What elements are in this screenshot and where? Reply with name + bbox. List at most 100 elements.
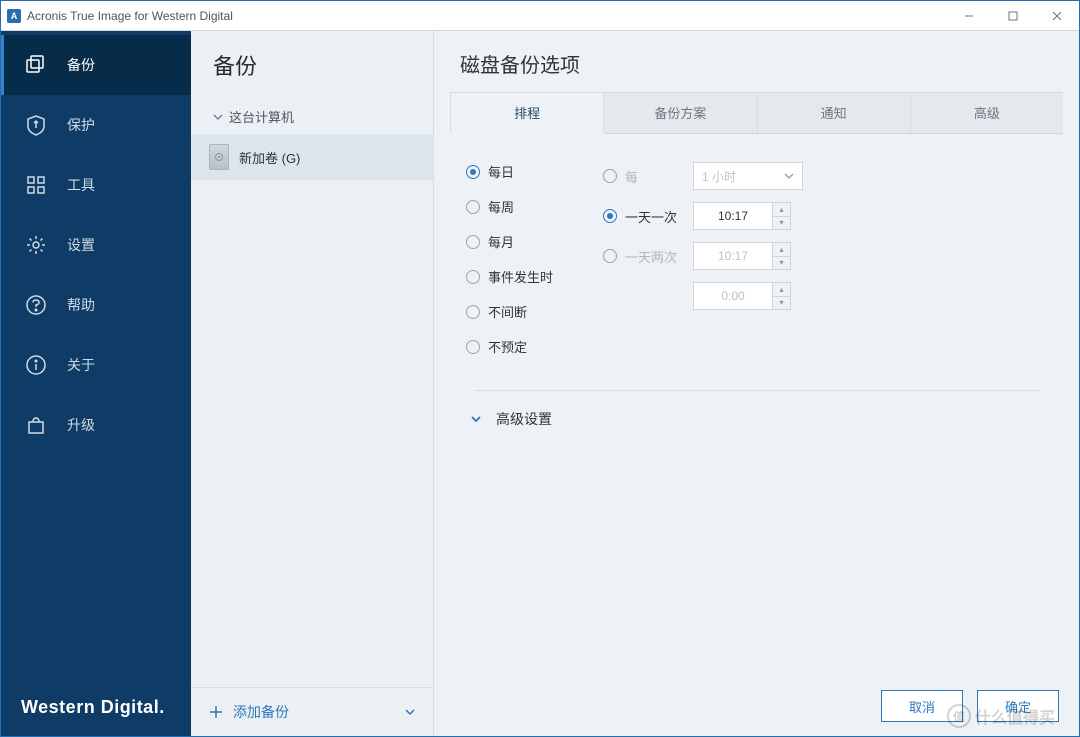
once-time-spinner[interactable]: ▴▾ (773, 202, 791, 230)
chevron-up-icon[interactable]: ▴ (773, 243, 790, 257)
sidebar-item-upgrade[interactable]: 升级 (1, 395, 191, 455)
tab-notifications[interactable]: 通知 (758, 92, 911, 133)
sidebar-item-label: 工具 (67, 175, 95, 195)
titlebar-controls (947, 1, 1079, 31)
shield-icon (25, 114, 47, 136)
sidebar-item-about[interactable]: 关于 (1, 335, 191, 395)
interval-value: 1 小时 (702, 168, 736, 185)
radio-nonstop[interactable]: 不间断 (466, 302, 553, 321)
titlebar: A Acronis True Image for Western Digital (1, 1, 1079, 31)
radio-none[interactable]: 不预定 (466, 337, 553, 356)
radio-twice-daily[interactable]: 一天两次 (603, 247, 681, 266)
help-icon (25, 294, 47, 316)
app-window: A Acronis True Image for Western Digital… (0, 0, 1080, 737)
brand-logo: Western Digital. (1, 679, 191, 736)
backup-tree: 这台计算机 新加卷 (G) (191, 95, 433, 687)
sidebar-item-label: 升级 (67, 415, 95, 435)
plus-icon (209, 705, 223, 719)
backup-icon (25, 54, 47, 76)
info-icon (25, 354, 47, 376)
radio-on-event[interactable]: 事件发生时 (466, 267, 553, 286)
interval-select[interactable]: 1 小时 (693, 162, 803, 190)
sidebar: 备份 保护 工具 设置 帮助 (1, 31, 191, 736)
radio-once-daily[interactable]: 一天一次 (603, 207, 681, 226)
tree-root-computer[interactable]: 这台计算机 (191, 99, 433, 134)
twice-time2-spinner[interactable]: ▴▾ (773, 282, 791, 310)
chevron-down-icon (470, 413, 482, 425)
main-area: 备份 保护 工具 设置 帮助 (1, 31, 1079, 736)
content-title: 磁盘备份选项 (434, 31, 1079, 92)
add-backup-label: 添加备份 (233, 702, 289, 722)
radio-label: 一天一次 (625, 207, 677, 226)
titlebar-left: A Acronis True Image for Western Digital (1, 9, 233, 23)
row-once: 一天一次 10:17 ▴▾ (603, 202, 803, 230)
bag-icon (25, 414, 47, 436)
radio-weekly[interactable]: 每周 (466, 197, 553, 216)
advanced-settings-toggle[interactable]: 高级设置 (434, 391, 1079, 447)
sidebar-item-protect[interactable]: 保护 (1, 95, 191, 155)
frequency-group: 每日 每周 每月 事件发生时 不间断 不预定 (466, 162, 553, 356)
radio-every[interactable]: 每 (603, 167, 681, 186)
chevron-up-icon[interactable]: ▴ (773, 283, 790, 297)
twice-time1-spinner[interactable]: ▴▾ (773, 242, 791, 270)
tab-scheme[interactable]: 备份方案 (604, 92, 757, 133)
app-title: Acronis True Image for Western Digital (27, 9, 233, 23)
radio-label: 不预定 (488, 337, 527, 356)
sidebar-item-backup[interactable]: 备份 (1, 35, 191, 95)
chevron-down-icon (784, 171, 794, 181)
sidebar-items: 备份 保护 工具 设置 帮助 (1, 31, 191, 679)
tab-advanced[interactable]: 高级 (911, 92, 1063, 133)
app-icon: A (7, 9, 21, 23)
radio-label: 每月 (488, 232, 514, 251)
minimize-button[interactable] (947, 1, 991, 31)
chevron-down-icon[interactable]: ▾ (773, 297, 790, 310)
sidebar-item-tools[interactable]: 工具 (1, 155, 191, 215)
ok-button[interactable]: 确定 (977, 690, 1059, 722)
twice-time2-input[interactable]: 0:00 (693, 282, 773, 310)
chevron-down-icon[interactable]: ▾ (773, 217, 790, 230)
tree-item-label: 新加卷 (G) (239, 148, 300, 167)
chevron-down-icon[interactable] (405, 707, 415, 717)
sidebar-item-label: 帮助 (67, 295, 95, 315)
once-time-input[interactable]: 10:17 (693, 202, 773, 230)
radio-label: 每 (625, 167, 638, 186)
tab-schedule[interactable]: 排程 (450, 92, 604, 134)
radio-monthly[interactable]: 每月 (466, 232, 553, 251)
twice-time1-input[interactable]: 10:17 (693, 242, 773, 270)
radio-label: 每日 (488, 162, 514, 181)
tree-root-label: 这台计算机 (229, 107, 294, 126)
tab-row: 排程 备份方案 通知 高级 (450, 92, 1063, 134)
schedule-options: 每日 每周 每月 事件发生时 不间断 不预定 每 1 小时 (434, 134, 1079, 384)
close-button[interactable] (1035, 1, 1079, 31)
row-twice: 一天两次 10:17 ▴▾ (603, 242, 803, 270)
content-panel: 磁盘备份选项 排程 备份方案 通知 高级 每日 每周 每月 事件发生时 不间断 … (434, 31, 1079, 736)
sidebar-item-label: 备份 (67, 55, 95, 75)
radio-label: 一天两次 (625, 247, 677, 266)
radio-label: 事件发生时 (488, 267, 553, 286)
advanced-label: 高级设置 (496, 409, 552, 429)
backup-list-panel: 备份 这台计算机 新加卷 (G) 添加备份 (191, 31, 434, 736)
grid-icon (25, 174, 47, 196)
gear-icon (25, 234, 47, 256)
chevron-down-icon (213, 112, 223, 122)
radio-label: 不间断 (488, 302, 527, 321)
add-backup-button[interactable]: 添加备份 (191, 687, 433, 736)
radio-label: 每周 (488, 197, 514, 216)
maximize-button[interactable] (991, 1, 1035, 31)
sidebar-item-label: 设置 (67, 235, 95, 255)
chevron-down-icon[interactable]: ▾ (773, 257, 790, 270)
row-every: 每 1 小时 (603, 162, 803, 190)
tree-item-volume[interactable]: 新加卷 (G) (191, 134, 433, 180)
radio-daily[interactable]: 每日 (466, 162, 553, 181)
sidebar-item-settings[interactable]: 设置 (1, 215, 191, 275)
footer-buttons: 取消 确定 (881, 690, 1059, 722)
sidebar-item-label: 关于 (67, 355, 95, 375)
disk-icon (209, 144, 229, 170)
row-twice2: 0:00 ▴▾ (603, 282, 803, 310)
chevron-up-icon[interactable]: ▴ (773, 203, 790, 217)
sidebar-item-label: 保护 (67, 115, 95, 135)
cancel-button[interactable]: 取消 (881, 690, 963, 722)
daily-options: 每 1 小时 一天一次 10:17 ▴▾ 一天 (603, 162, 803, 356)
sidebar-item-help[interactable]: 帮助 (1, 275, 191, 335)
backup-list-header: 备份 (191, 31, 433, 95)
